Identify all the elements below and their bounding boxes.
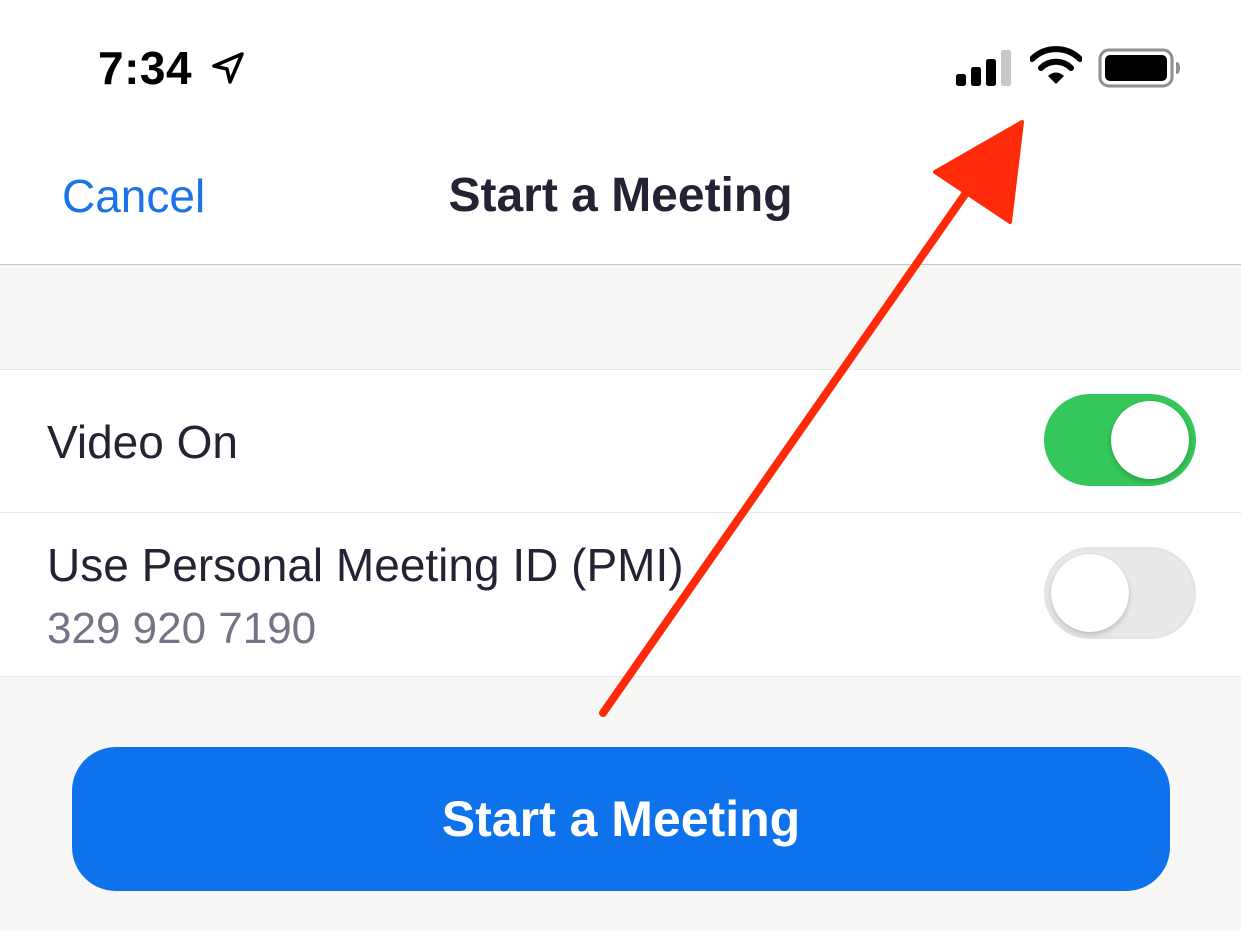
location-arrow-icon xyxy=(212,52,244,84)
battery-icon xyxy=(1098,48,1180,88)
wifi-icon xyxy=(1030,46,1082,84)
status-time: 7:34 xyxy=(98,42,193,94)
video-on-label: Video On xyxy=(47,416,238,468)
toggle-knob xyxy=(1051,554,1129,632)
bottom-area: Start a Meeting xyxy=(0,677,1241,931)
pmi-label: Use Personal Meeting ID (PMI) xyxy=(47,539,684,591)
pmi-row: Use Personal Meeting ID (PMI) 329 920 71… xyxy=(0,513,1241,677)
start-meeting-screen: 7:34 Cancel Start a Meeting Video On Use… xyxy=(0,0,1241,931)
status-bar: 7:34 xyxy=(0,0,1241,130)
pmi-number: 329 920 7190 xyxy=(47,604,317,653)
toggle-knob xyxy=(1111,401,1189,479)
section-spacer xyxy=(0,265,1241,370)
video-on-row: Video On xyxy=(0,370,1241,513)
cellular-signal-icon xyxy=(956,50,1011,86)
video-on-toggle[interactable] xyxy=(1044,394,1196,486)
start-meeting-button[interactable]: Start a Meeting xyxy=(72,747,1170,891)
nav-bar: Cancel Start a Meeting xyxy=(0,130,1241,265)
page-title: Start a Meeting xyxy=(448,169,793,222)
pmi-toggle[interactable] xyxy=(1044,547,1196,639)
